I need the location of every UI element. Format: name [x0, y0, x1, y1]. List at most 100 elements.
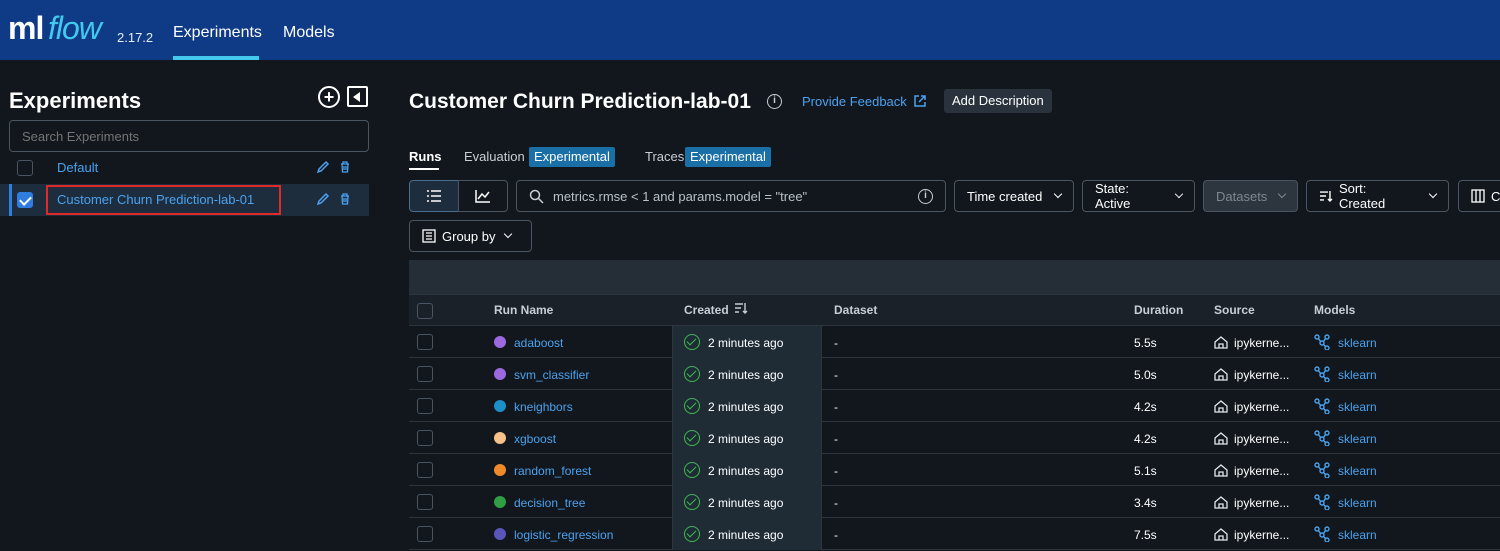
pencil-icon[interactable]: [316, 160, 330, 174]
model-link[interactable]: sklearn: [1338, 432, 1377, 446]
version-label: 2.17.2: [117, 30, 154, 45]
status-finished-icon: [684, 462, 700, 478]
run-color-dot[interactable]: [494, 432, 506, 444]
notebook-source-icon: [1214, 432, 1228, 445]
run-color-dot[interactable]: [494, 464, 506, 476]
run-name-link[interactable]: random_forest: [514, 464, 591, 478]
model-link[interactable]: sklearn: [1338, 336, 1377, 350]
column-header-dataset[interactable]: Dataset: [834, 303, 877, 317]
run-color-dot[interactable]: [494, 496, 506, 508]
columns-button[interactable]: C: [1458, 180, 1500, 212]
status-finished-icon: [684, 334, 700, 350]
model-icon: [1314, 494, 1330, 510]
source-value[interactable]: ipykerne...: [1234, 368, 1289, 382]
row-checkbox[interactable]: [417, 430, 433, 446]
model-link[interactable]: sklearn: [1338, 496, 1377, 510]
run-name-link[interactable]: decision_tree: [514, 496, 585, 510]
nav-models[interactable]: Models: [283, 24, 335, 42]
model-link[interactable]: sklearn: [1338, 368, 1377, 382]
trash-icon[interactable]: [338, 192, 352, 206]
table-row[interactable]: random_forest 2 minutes ago - 5.1s ipyke…: [409, 454, 1500, 486]
table-row[interactable]: adaboost 2 minutes ago - 5.5s ipykerne..…: [409, 326, 1500, 358]
run-name-link[interactable]: xgboost: [514, 432, 556, 446]
search-experiments-input[interactable]: [9, 120, 369, 152]
chart-view-button[interactable]: [458, 180, 508, 212]
notebook-source-icon: [1214, 336, 1228, 349]
table-row[interactable]: kneighbors 2 minutes ago - 4.2s ipykerne…: [409, 390, 1500, 422]
table-row[interactable]: logistic_regression 2 minutes ago - 7.5s…: [409, 518, 1500, 550]
run-name-link[interactable]: svm_classifier: [514, 368, 589, 382]
sort-descending-icon[interactable]: [734, 302, 748, 315]
chevron-down-icon: [504, 229, 513, 239]
select-all-checkbox[interactable]: [417, 303, 433, 319]
run-color-dot[interactable]: [494, 528, 506, 540]
datasets-dropdown[interactable]: Datasets: [1203, 180, 1298, 212]
dataset-value: -: [834, 400, 838, 414]
create-experiment-icon[interactable]: +: [318, 86, 340, 108]
run-name-link[interactable]: logistic_regression: [514, 528, 613, 542]
search-info-icon[interactable]: i: [918, 189, 933, 204]
column-header-run-name[interactable]: Run Name: [494, 303, 553, 317]
experiment-item-default[interactable]: Default: [0, 152, 369, 184]
source-value[interactable]: ipykerne...: [1234, 432, 1289, 446]
experiment-checkbox[interactable]: [17, 192, 33, 208]
time-created-dropdown[interactable]: Time created: [954, 180, 1074, 212]
tab-runs[interactable]: Runs: [409, 149, 442, 164]
external-link-icon[interactable]: [913, 94, 927, 108]
experiment-name[interactable]: Default: [57, 160, 98, 175]
dataset-value: -: [834, 336, 838, 350]
nav-experiments[interactable]: Experiments: [173, 24, 262, 42]
run-color-dot[interactable]: [494, 368, 506, 380]
row-checkbox[interactable]: [417, 398, 433, 414]
datasets-label: Datasets: [1216, 188, 1268, 204]
row-checkbox[interactable]: [417, 366, 433, 382]
sort-dropdown[interactable]: Sort: Created: [1306, 180, 1449, 212]
table-row[interactable]: svm_classifier 2 minutes ago - 5.0s ipyk…: [409, 358, 1500, 390]
notebook-source-icon: [1214, 368, 1228, 381]
trash-icon[interactable]: [338, 160, 352, 174]
row-checkbox[interactable]: [417, 462, 433, 478]
run-name-link[interactable]: adaboost: [514, 336, 563, 350]
run-color-dot[interactable]: [494, 400, 506, 412]
tab-evaluation[interactable]: Evaluation: [464, 149, 525, 164]
model-link[interactable]: sklearn: [1338, 464, 1377, 478]
state-dropdown[interactable]: State: Active: [1082, 180, 1195, 212]
provide-feedback-link[interactable]: Provide Feedback: [802, 94, 907, 109]
source-value[interactable]: ipykerne...: [1234, 496, 1289, 510]
group-by-dropdown[interactable]: Group by: [409, 220, 532, 252]
info-icon[interactable]: i: [767, 94, 782, 109]
run-name-link[interactable]: kneighbors: [514, 400, 573, 414]
column-header-models[interactable]: Models: [1314, 303, 1355, 317]
collapse-sidebar-icon[interactable]: [347, 86, 368, 107]
column-header-duration[interactable]: Duration: [1134, 303, 1183, 317]
duration-value: 5.0s: [1134, 368, 1157, 382]
add-description-button[interactable]: Add Description: [944, 89, 1052, 113]
table-view-button[interactable]: [409, 180, 459, 212]
notebook-source-icon: [1214, 464, 1228, 477]
model-icon: [1314, 462, 1330, 478]
column-header-created[interactable]: Created: [684, 303, 729, 317]
model-link[interactable]: sklearn: [1338, 400, 1377, 414]
table-row[interactable]: decision_tree 2 minutes ago - 3.4s ipyke…: [409, 486, 1500, 518]
model-link[interactable]: sklearn: [1338, 528, 1377, 542]
group-icon: [422, 229, 436, 243]
experiment-checkbox[interactable]: [17, 160, 33, 176]
runs-search-input[interactable]: metrics.rmse < 1 and params.model = "tre…: [516, 180, 946, 212]
list-icon: [427, 190, 441, 202]
run-color-dot[interactable]: [494, 336, 506, 348]
search-query-text: metrics.rmse < 1 and params.model = "tre…: [553, 188, 808, 204]
status-finished-icon: [684, 398, 700, 414]
row-checkbox[interactable]: [417, 526, 433, 542]
table-row[interactable]: xgboost 2 minutes ago - 4.2s ipykerne...…: [409, 422, 1500, 454]
column-header-source[interactable]: Source: [1214, 303, 1255, 317]
tab-traces[interactable]: Traces: [645, 149, 684, 164]
pencil-icon[interactable]: [316, 192, 330, 206]
source-value[interactable]: ipykerne...: [1234, 336, 1289, 350]
created-time: 2 minutes ago: [708, 432, 784, 446]
row-checkbox[interactable]: [417, 494, 433, 510]
source-value[interactable]: ipykerne...: [1234, 528, 1289, 542]
source-value[interactable]: ipykerne...: [1234, 464, 1289, 478]
row-checkbox[interactable]: [417, 334, 433, 350]
sort-icon: [1319, 191, 1333, 202]
source-value[interactable]: ipykerne...: [1234, 400, 1289, 414]
